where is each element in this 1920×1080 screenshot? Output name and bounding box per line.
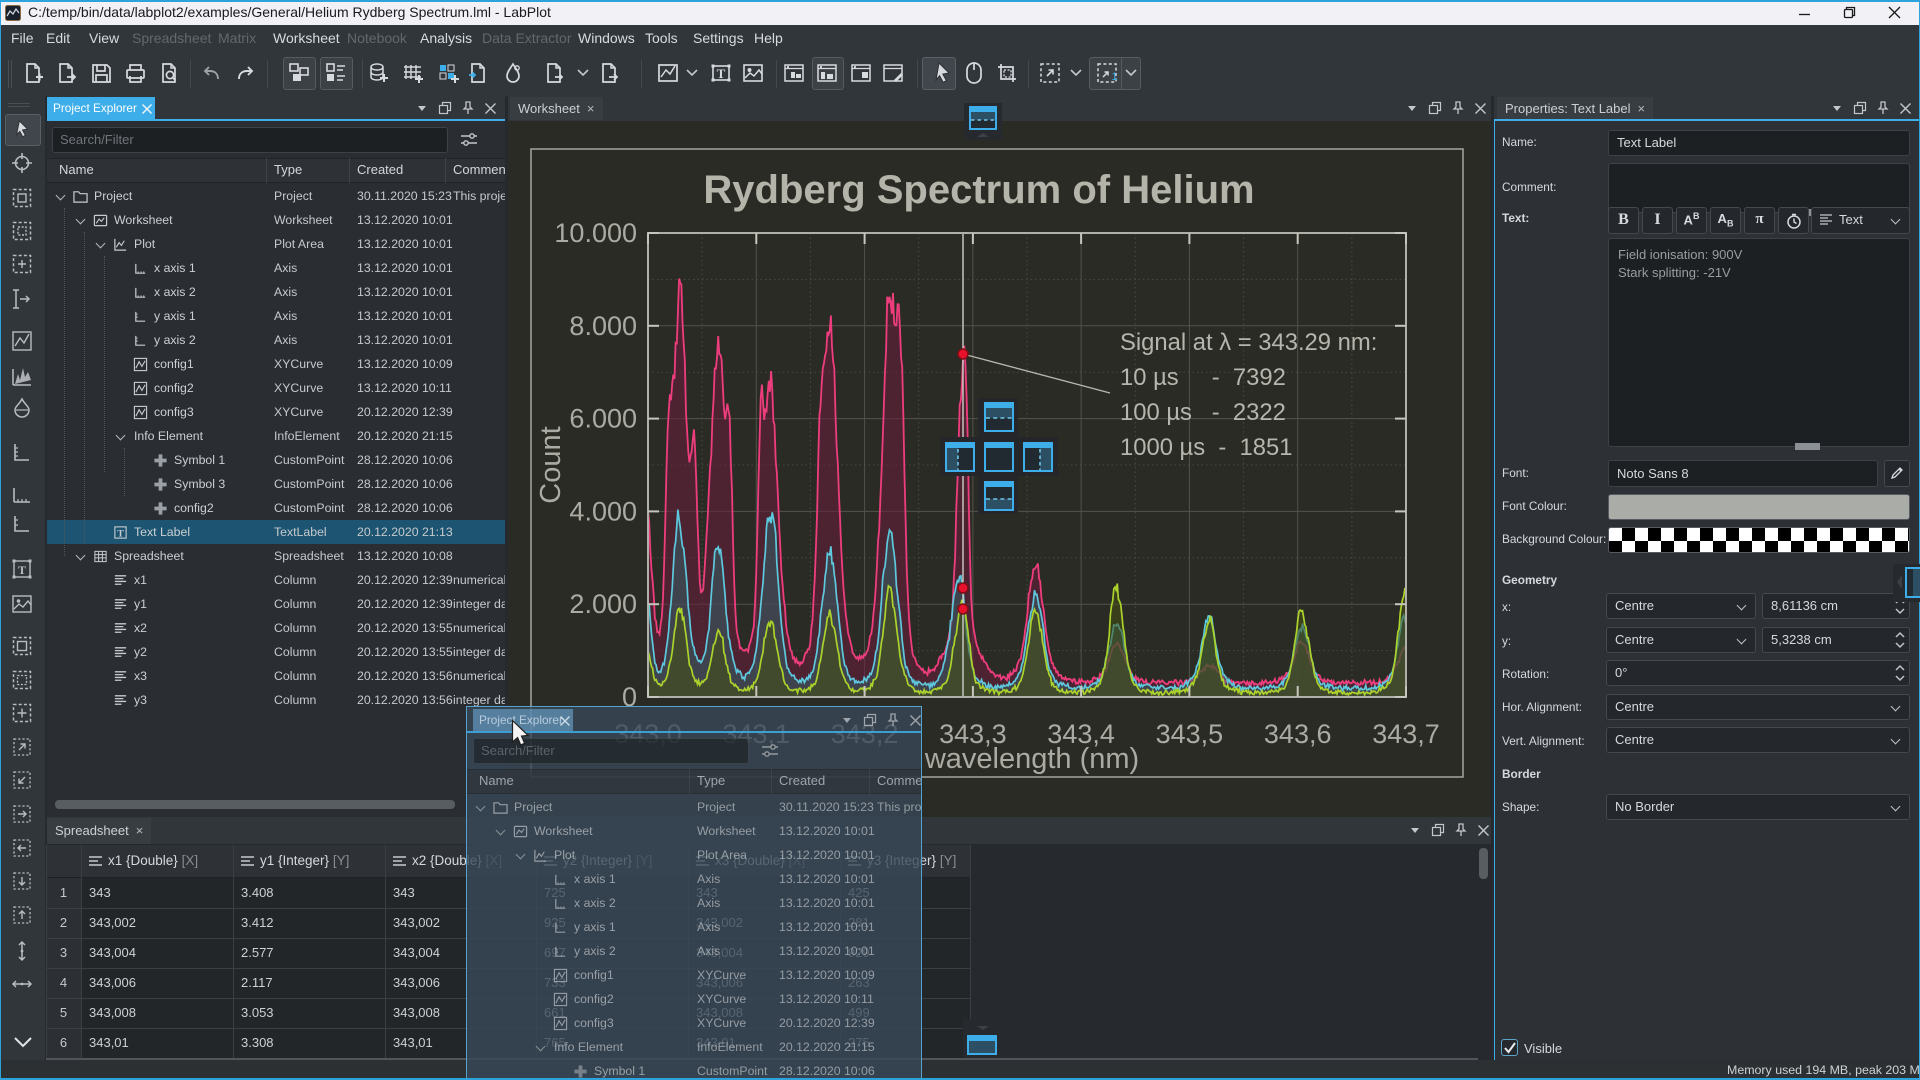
svg-text:100 µs - 2322: 100 µs - 2322 <box>1120 399 1286 426</box>
svg-text:10 µs - 7392: 10 µs - 7392 <box>1120 364 1286 391</box>
svg-text:T: T <box>117 528 124 539</box>
svg-text:8.000: 8.000 <box>569 311 637 341</box>
svg-text:T: T <box>717 66 726 81</box>
svg-text:Rydberg Spectrum of Helium: Rydberg Spectrum of Helium <box>703 168 1254 212</box>
svg-text:1: 1 <box>1112 71 1118 83</box>
svg-text:343,5: 343,5 <box>1156 719 1224 749</box>
svg-text:T: T <box>18 563 26 577</box>
svg-text:Signal at λ = 343.29 nm:: Signal at λ = 343.29 nm: <box>1120 329 1377 356</box>
svg-text:Count: Count <box>535 426 567 503</box>
svg-text:6.000: 6.000 <box>569 404 637 434</box>
svg-text:2.000: 2.000 <box>569 589 637 619</box>
svg-text:343,7: 343,7 <box>1372 719 1440 749</box>
svg-text:343,6: 343,6 <box>1264 719 1332 749</box>
svg-text:1000 µs - 1851: 1000 µs - 1851 <box>1120 434 1292 461</box>
svg-text:4.000: 4.000 <box>569 496 637 526</box>
svg-text:wavelength (nm): wavelength (nm) <box>924 743 1139 775</box>
svg-text:10.000: 10.000 <box>554 218 637 248</box>
